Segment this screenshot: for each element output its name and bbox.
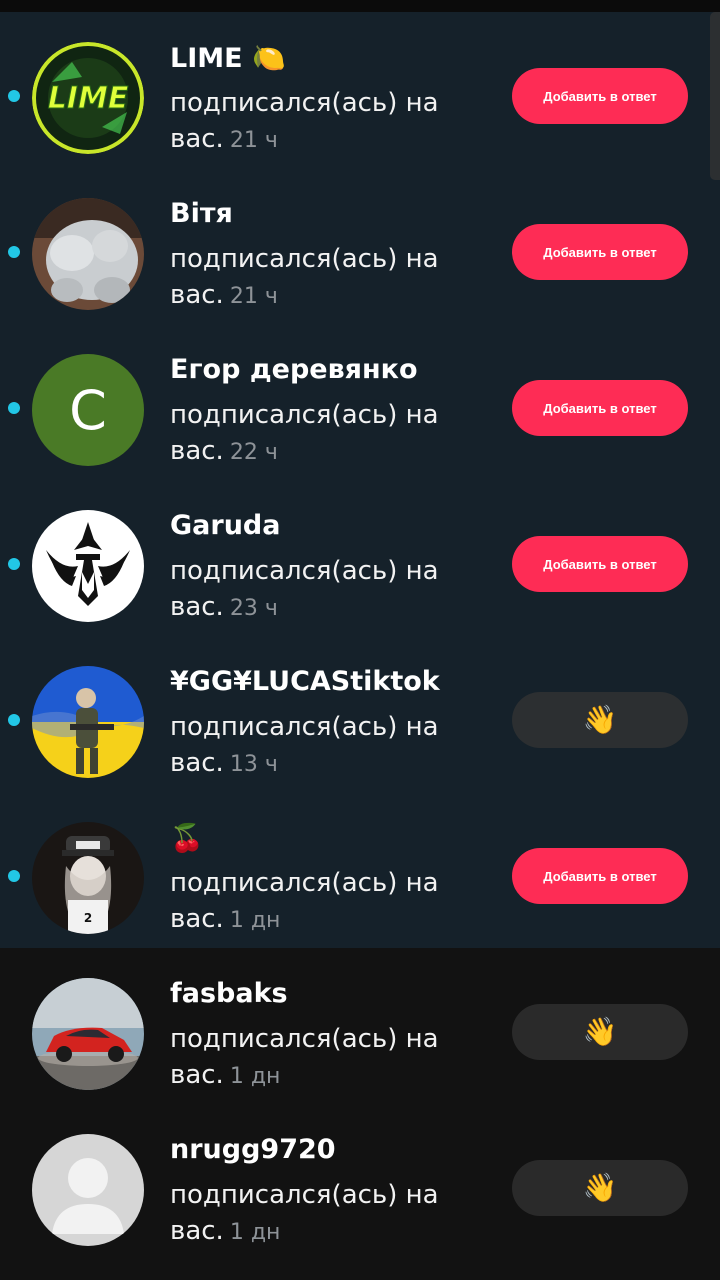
notification-text-end: вас. [170, 1060, 224, 1090]
wave-button[interactable]: 👋 [512, 692, 688, 748]
notification-text-line2: вас. 23 ч [170, 592, 278, 622]
avatar[interactable] [32, 198, 144, 310]
notification-text: подписался(ась) на [170, 868, 439, 898]
follow-back-button[interactable]: Добавить в ответ [512, 848, 688, 904]
notification-row-fasbaks[interactable]: fasbaks подписался(ась) на вас. 1 дн 👋 [0, 948, 720, 1104]
notification-text: подписался(ась) на [170, 556, 439, 586]
unread-dot-icon [8, 714, 20, 726]
notification-text-end: вас. [170, 436, 224, 466]
username[interactable]: Вітя [170, 198, 233, 229]
unread-dot-icon [8, 90, 20, 102]
unread-dot-icon [8, 870, 20, 882]
wave-button[interactable]: 👋 [512, 1004, 688, 1060]
notification-text-line2: вас. 21 ч [170, 124, 278, 154]
notification-text-end: вас. [170, 904, 224, 934]
avatar[interactable]: LIME [32, 42, 144, 154]
svg-text:2: 2 [84, 911, 92, 925]
scrollbar[interactable] [710, 12, 720, 180]
timestamp: 1 дн [229, 1220, 281, 1245]
notification-list: LIME LIME 🍋 подписался(ась) на вас. 21 ч … [0, 12, 720, 1260]
notification-row-egor[interactable]: C Егор деревянко подписался(ась) на вас.… [0, 324, 720, 480]
obey-girl-icon: 2 [32, 822, 144, 934]
avatar[interactable] [32, 978, 144, 1090]
red-car-icon [32, 978, 144, 1090]
lime-logo-icon: LIME [32, 42, 144, 154]
follow-back-button[interactable]: Добавить в ответ [512, 380, 688, 436]
waving-hand-icon: 👋 [582, 704, 618, 735]
notification-text: подписался(ась) на [170, 400, 439, 430]
notification-text-line2: вас. 13 ч [170, 748, 278, 778]
timestamp: 23 ч [229, 596, 278, 621]
plush-toy-photo-icon [32, 198, 144, 310]
avatar[interactable] [32, 1134, 144, 1246]
timestamp: 22 ч [229, 440, 278, 465]
notification-text-end: вас. [170, 124, 224, 154]
notification-text-end: вас. [170, 748, 224, 778]
svg-text:LIME: LIME [48, 81, 129, 116]
username[interactable]: nrugg9720 [170, 1134, 336, 1165]
notification-text-end: вас. [170, 1216, 224, 1246]
notification-row-vitya[interactable]: Вітя подписался(ась) на вас. 21 ч Добавит… [0, 168, 720, 324]
notification-row-cherry[interactable]: 2 🍒 подписался(ась) на вас. 1 дн Добавить… [0, 792, 720, 948]
timestamp: 13 ч [229, 752, 278, 777]
notification-text: подписался(ась) на [170, 1180, 439, 1210]
follow-back-button[interactable]: Добавить в ответ [512, 224, 688, 280]
notification-row-garuda[interactable]: Garuda подписался(ась) на вас. 23 ч Добав… [0, 480, 720, 636]
notification-text: подписался(ась) на [170, 88, 439, 118]
avatar[interactable]: 2 [32, 822, 144, 934]
username[interactable]: LIME 🍋 [170, 42, 286, 74]
notification-text: подписался(ась) на [170, 712, 439, 742]
wave-button[interactable]: 👋 [512, 1160, 688, 1216]
avatar-letter: C [69, 378, 107, 442]
avatar[interactable] [32, 510, 144, 622]
avatar[interactable]: C [32, 354, 144, 466]
username[interactable]: Garuda [170, 510, 280, 541]
waving-hand-icon: 👋 [582, 1016, 618, 1047]
notification-text: подписался(ась) на [170, 1024, 439, 1054]
notification-text-line2: вас. 1 дн [170, 1216, 280, 1246]
timestamp: 1 дн [229, 1064, 281, 1089]
timestamp: 1 дн [229, 908, 281, 933]
notification-text-end: вас. [170, 280, 224, 310]
username[interactable]: fasbaks [170, 978, 288, 1009]
notification-text: подписался(ась) на [170, 244, 439, 274]
status-bar [0, 0, 720, 12]
follow-back-button[interactable]: Добавить в ответ [512, 536, 688, 592]
notification-row-lime[interactable]: LIME LIME 🍋 подписался(ась) на вас. 21 ч … [0, 12, 720, 168]
notification-text-end: вас. [170, 592, 224, 622]
username[interactable]: Егор деревянко [170, 354, 418, 385]
unread-dot-icon [8, 246, 20, 258]
notification-row-nrugg9720[interactable]: nrugg9720 подписался(ась) на вас. 1 дн 👋 [0, 1104, 720, 1260]
waving-hand-icon: 👋 [582, 1172, 618, 1203]
timestamp: 21 ч [229, 284, 278, 309]
username[interactable]: ¥GG¥LUCAStiktok [170, 666, 440, 697]
default-user-icon [32, 1134, 144, 1246]
timestamp: 21 ч [229, 128, 278, 153]
notification-text-line2: вас. 1 дн [170, 1060, 280, 1090]
garuda-logo-icon [32, 510, 144, 622]
unread-dot-icon [8, 402, 20, 414]
unread-dot-icon [8, 558, 20, 570]
username[interactable]: 🍒 [170, 822, 204, 854]
notification-text-line2: вас. 22 ч [170, 436, 278, 466]
avatar[interactable] [32, 666, 144, 778]
soldier-flag-icon [32, 666, 144, 778]
notification-row-lucas[interactable]: ¥GG¥LUCAStiktok подписался(ась) на вас. 1… [0, 636, 720, 792]
notification-text-line2: вас. 21 ч [170, 280, 278, 310]
notification-text-line2: вас. 1 дн [170, 904, 280, 934]
follow-back-button[interactable]: Добавить в ответ [512, 68, 688, 124]
